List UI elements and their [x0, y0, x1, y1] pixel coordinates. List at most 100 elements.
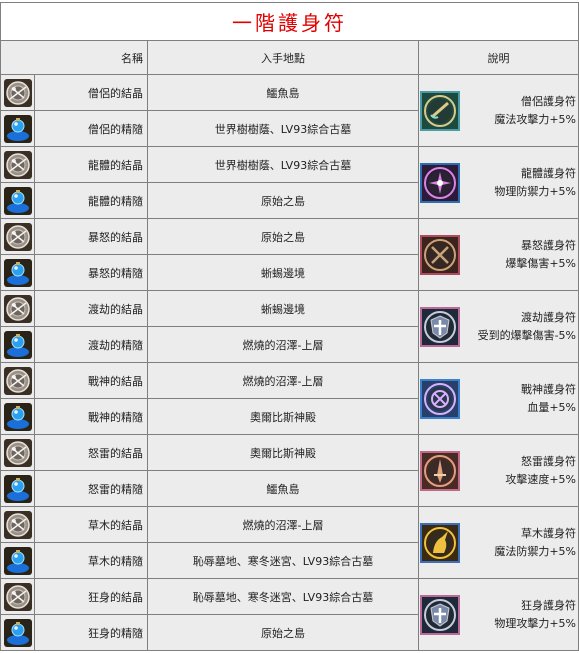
- blue-essence-flask-icon: [3, 402, 32, 431]
- item-source: 奧爾比斯神殿: [147, 398, 419, 435]
- item-icon-cell: [0, 218, 35, 255]
- item-source: 恥辱墓地、寒冬迷宮、LV93綜合古墓: [147, 542, 419, 579]
- item-source: 奧爾比斯神殿: [147, 434, 419, 471]
- amulet-text: 怒雷護身符攻擊速度+5%: [505, 453, 576, 489]
- amulet-name: 暴怒護身符: [521, 238, 576, 252]
- item-source: 蜥蜴邊境: [147, 254, 419, 291]
- item-source: 蜥蜴邊境: [147, 290, 419, 327]
- amulet-name: 怒雷護身符: [521, 454, 576, 468]
- blue-essence-flask-icon: [3, 618, 32, 647]
- item-icon-cell: [0, 146, 35, 183]
- amulet-name: 龍體護身符: [521, 166, 576, 180]
- crystal-orb-icon: [3, 294, 32, 323]
- item-icon-cell: [0, 182, 35, 219]
- amulet-description: 草木護身符魔法防禦力+5%: [418, 506, 579, 579]
- crystal-orb-icon: [3, 582, 32, 611]
- item-name: 龍體的結晶: [34, 146, 148, 183]
- crosshair-icon: [420, 378, 460, 419]
- table-row: 戰神的結晶 燃燒的沼澤-上層戰神護身符 血量+5%: [0, 362, 579, 435]
- amulet-effect: 爆擊傷害+5%: [505, 256, 576, 270]
- amulet-effect: 魔法防禦力+5%: [494, 544, 576, 558]
- amulet-text: 渡劫護身符受到的爆擊傷害-5%: [478, 309, 576, 345]
- amulet-effect: 受到的爆擊傷害-5%: [477, 328, 576, 342]
- amulet-text: 狂身護身符 物理攻擊力+5%: [494, 597, 576, 633]
- dagger-icon: [420, 450, 460, 491]
- crystal-orb-icon: [3, 366, 32, 395]
- item-icon-cell: [0, 326, 35, 363]
- item-source: 世界樹樹蔭、LV93綜合古墓: [147, 110, 419, 147]
- item-name: 暴怒的結晶: [34, 218, 148, 255]
- crossed-swords-icon: [420, 234, 460, 275]
- item-icon-cell: [0, 398, 35, 435]
- scroll-sword-icon: [420, 90, 460, 131]
- item-icon-cell: [0, 614, 35, 651]
- item-name: 狂身的精隨: [34, 614, 148, 651]
- blue-essence-flask-icon: [3, 186, 32, 215]
- header-source: 入手地點: [147, 40, 419, 75]
- table-row: 僧侶的結晶 鱷魚島僧侶護身符魔法攻擊力+5%: [0, 74, 579, 147]
- item-name: 草木的精隨: [34, 542, 148, 579]
- blue-essence-flask-icon: [3, 330, 32, 359]
- item-source: 原始之島: [147, 614, 419, 651]
- table-row: 怒雷的結晶 奧爾比斯神殿怒雷護身符攻擊速度+5%: [0, 434, 579, 507]
- crystal-orb-icon: [3, 222, 32, 251]
- item-source: 原始之島: [147, 182, 419, 219]
- crystal-orb-icon: [3, 510, 32, 539]
- item-icon-cell: [0, 506, 35, 543]
- cross-shield-icon: [420, 306, 460, 347]
- item-name: 渡劫的精隨: [34, 326, 148, 363]
- item-source: 原始之島: [147, 218, 419, 255]
- item-icon-cell: [0, 74, 35, 111]
- item-icon-cell: [0, 254, 35, 291]
- item-name: 僧侶的結晶: [34, 74, 148, 111]
- amulet-effect: 物理防禦力+5%: [494, 184, 576, 198]
- item-source: 世界樹樹蔭、LV93綜合古墓: [147, 146, 419, 183]
- blue-essence-flask-icon: [3, 474, 32, 503]
- crystal-orb-icon: [3, 78, 32, 107]
- amulet-table: 一階護身符 名稱 入手地點 說明 僧侶的結晶 鱷魚島 僧侶護身符 魔法攻擊力+5% 僧侶…: [0, 2, 579, 651]
- amulet-name: 渡劫護身符: [521, 310, 576, 324]
- blue-essence-flask-icon: [3, 258, 32, 287]
- item-name: 渡劫的結晶: [34, 290, 148, 327]
- item-source: 鱷魚島: [147, 74, 419, 111]
- item-icon-cell: [0, 542, 35, 579]
- starburst-icon: [420, 162, 460, 203]
- table-row: 狂身的結晶 恥辱墓地、寒冬迷宮、LV93綜合古墓 狂身護身符 物理攻擊力+5%: [0, 578, 579, 651]
- amulet-description: 怒雷護身符攻擊速度+5%: [418, 434, 579, 507]
- item-source: 燃燒的沼澤-上層: [147, 362, 419, 399]
- item-name: 暴怒的精隨: [34, 254, 148, 291]
- table-row: 草木的結晶 燃燒的沼澤-上層 草木護身符 魔法防禦力+5%: [0, 506, 579, 579]
- item-source: 燃燒的沼澤-上層: [147, 326, 419, 363]
- item-source: 恥辱墓地、寒冬迷宮、LV93綜合古墓: [147, 578, 419, 615]
- table-title: 一階護身符: [0, 2, 579, 41]
- item-name: 戰神的結晶: [34, 362, 148, 399]
- amulet-description: 狂身護身符 物理攻擊力+5%: [418, 578, 579, 651]
- amulet-name: 戰神護身符: [521, 382, 576, 396]
- cross-shield-icon: [420, 594, 460, 635]
- item-name: 僧侶的精隨: [34, 110, 148, 147]
- item-source: 燃燒的沼澤-上層: [147, 506, 419, 543]
- item-icon-cell: [0, 290, 35, 327]
- amulet-text: 僧侶護身符魔法攻擊力+5%: [494, 93, 576, 129]
- amulet-description: 龍體護身符物理防禦力+5%: [418, 146, 579, 219]
- amulet-name: 僧侶護身符: [521, 94, 576, 108]
- blue-essence-flask-icon: [3, 114, 32, 143]
- amulet-description: 僧侶護身符魔法攻擊力+5%: [418, 74, 579, 147]
- item-name: 怒雷的精隨: [34, 470, 148, 507]
- blue-essence-flask-icon: [3, 546, 32, 575]
- amulet-text: 龍體護身符物理防禦力+5%: [494, 165, 576, 201]
- amulet-description: 暴怒護身符爆擊傷害+5%: [418, 218, 579, 291]
- table-row: 龍體的結晶 世界樹樹蔭、LV93綜合古墓龍體護身符物理防禦力+5%: [0, 146, 579, 219]
- item-icon-cell: [0, 362, 35, 399]
- table-row: 渡劫的結晶 蜥蜴邊境渡劫護身符受到的爆擊傷害-5%: [0, 290, 579, 363]
- unicorn-icon: [420, 522, 460, 563]
- amulet-effect: 魔法攻擊力+5%: [494, 112, 576, 126]
- amulet-effect: 攻擊速度+5%: [505, 472, 576, 486]
- amulet-name: 狂身護身符: [521, 598, 576, 612]
- crystal-orb-icon: [3, 438, 32, 467]
- amulet-text: 戰神護身符 血量+5%: [521, 381, 576, 417]
- amulet-text: 草木護身符魔法防禦力+5%: [494, 525, 576, 561]
- amulet-name: 草木護身符: [521, 526, 576, 540]
- crystal-orb-icon: [3, 150, 32, 179]
- item-name: 怒雷的結晶: [34, 434, 148, 471]
